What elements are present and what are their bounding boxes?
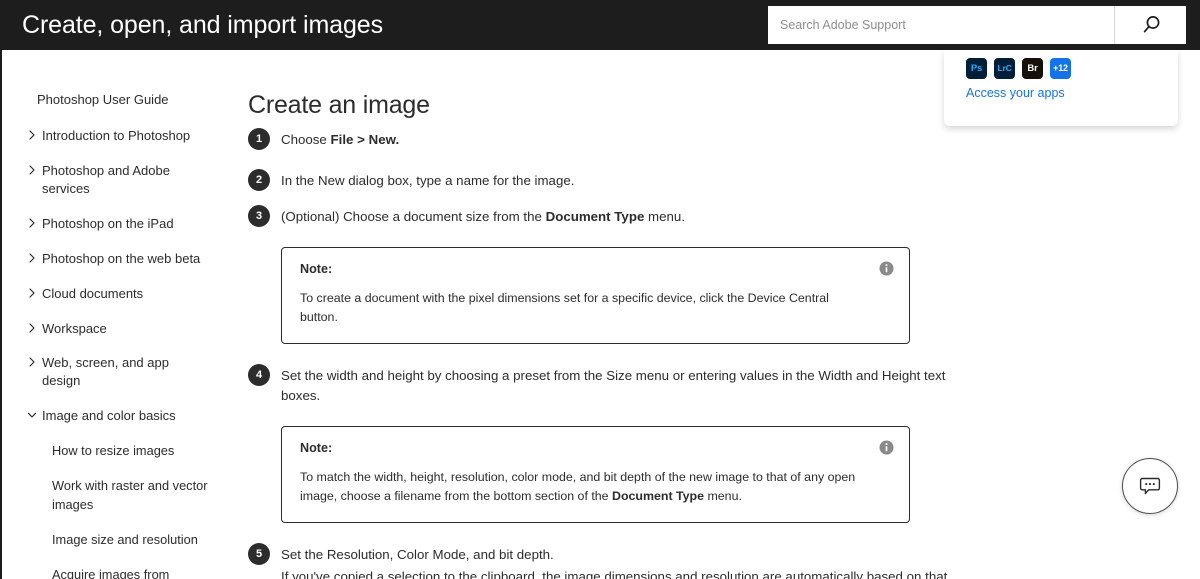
sidebar-item-photoshop-on-the-ipad[interactable]: Photoshop on the iPad [2, 215, 222, 233]
note-text: To create a document with the pixel dime… [300, 289, 869, 327]
sidebar-item-label: Image and color basics [42, 408, 176, 424]
chevron-right-icon [27, 253, 37, 263]
page-root: Create, open, and import images Ps LrC B… [0, 0, 1200, 579]
step-item: 3 (Optional) Choose a document size from… [248, 205, 948, 227]
sidebar-item-label: Photoshop on the iPad [42, 215, 174, 231]
chevron-right-icon [27, 165, 37, 175]
info-icon[interactable] [879, 261, 894, 276]
info-icon[interactable] [879, 440, 894, 455]
chevron-right-icon [27, 322, 37, 333]
step-text: Set the width and height by choosing a p… [281, 364, 948, 405]
step-text-part: In the New dialog box, type a name for t… [281, 173, 575, 188]
sidebar-item-label: Cloud documents [42, 285, 144, 301]
step-number-badge: 2 [248, 169, 270, 191]
app-badge-lightroom-classic[interactable]: LrC [994, 58, 1015, 79]
sidebar-subitem-how-to-resize-images[interactable]: How to resize images [2, 442, 222, 460]
step-text: In the New dialog box, type a name for t… [281, 169, 948, 191]
sidebar-item-introduction-to-photoshop[interactable]: Introduction to Photoshop [2, 127, 222, 145]
step-text-part-bold: File > New. [330, 132, 400, 147]
note-text-part: To create a document with the pixel dime… [300, 291, 829, 325]
search-input[interactable] [768, 6, 1114, 44]
search-button[interactable] [1114, 6, 1186, 44]
search-container [768, 6, 1186, 44]
step-text-part: Set the width and height by choosing a p… [281, 368, 946, 403]
access-your-apps-link[interactable]: Access your apps [966, 86, 1065, 100]
note-text-part: menu. [704, 488, 742, 503]
sidebar-item-workspace[interactable]: Workspace [2, 320, 222, 338]
chevron-down-icon [27, 410, 37, 420]
sidebar-subitem-acquire-images-from-cameras-and-scanners[interactable]: Acquire images from cameras and scanners [2, 566, 222, 579]
note-text: To match the width, height, resolution, … [300, 468, 869, 506]
chevron-right-icon [27, 218, 37, 228]
step-item: 1 Choose File > New. [248, 128, 948, 150]
sidebar-item-label: Web, screen, and app design [42, 355, 169, 389]
sidebar-item-cloud-documents[interactable]: Cloud documents [2, 285, 222, 303]
step-text-continuation: If you've copied a selection to the clip… [281, 569, 948, 579]
step-item: 4 Set the width and height by choosing a… [248, 364, 948, 405]
step-item: 2 In the New dialog box, type a name for… [248, 169, 948, 191]
page-title: Create an image [248, 90, 430, 119]
top-header-bar: Create, open, and import images [0, 0, 1200, 50]
step-text-part-bold: Document Type [545, 209, 645, 224]
main-content: Create an image 1 Choose File > New. 2 I… [222, 50, 1200, 579]
note-box: Note: To match the width, height, resolu… [281, 425, 910, 523]
app-badge-photoshop[interactable]: Ps [966, 58, 987, 79]
apps-panel: Ps LrC Br +12 Access your apps [944, 50, 1178, 126]
note-box: Note: To create a document with the pixe… [281, 247, 910, 345]
steps-list: 1 Choose File > New. 2 In the New dialog… [248, 128, 948, 579]
note-text-part: To match the width, height, resolution, … [300, 469, 856, 503]
sidebar-item-photoshop-and-adobe-services[interactable]: Photoshop and Adobe services [2, 162, 222, 198]
chevron-right-icon [27, 287, 37, 298]
step-text-part: menu. [644, 209, 686, 224]
sidebar-item-web-screen-and-app-design[interactable]: Web, screen, and app design [2, 354, 222, 390]
app-badge-row: Ps LrC Br +12 [966, 58, 1071, 79]
step-item: 5 Set the Resolution, Color Mode, and bi… [248, 542, 948, 579]
chat-support-button[interactable] [1122, 458, 1178, 514]
chat-bubble-icon [1138, 474, 1162, 498]
sidebar-navigation: Photoshop User Guide Introduction to Pho… [2, 50, 222, 579]
sidebar-subitem-work-with-raster-and-vector-images[interactable]: Work with raster and vector images [2, 477, 222, 513]
step-text: Choose File > New. [281, 128, 948, 150]
page-title-header: Create, open, and import images [22, 10, 383, 39]
sidebar-item-image-and-color-basics[interactable]: Image and color basics [2, 407, 222, 425]
note-label: Note: [300, 440, 333, 455]
step-number-badge: 5 [248, 542, 270, 565]
sidebar-item-label: Photoshop and Adobe services [42, 162, 170, 196]
sidebar-root-label[interactable]: Photoshop User Guide [2, 92, 222, 109]
left-edge-strip [0, 50, 2, 579]
step-text: Set the Resolution, Color Mode, and bit … [281, 543, 948, 579]
step-text-part: Choose [281, 132, 331, 147]
chevron-right-icon [27, 130, 37, 140]
sidebar-item-label: Introduction to Photoshop [42, 127, 191, 143]
app-badge-bridge[interactable]: Br [1022, 58, 1043, 79]
sidebar-item-label: Photoshop on the web beta [42, 250, 201, 266]
step-number-badge: 3 [248, 205, 270, 227]
note-label: Note: [300, 262, 333, 276]
step-text-part: (Optional) Choose a document size from t… [281, 209, 546, 224]
note-text-part-bold: Document Type [612, 488, 705, 503]
step-text-part: Set the Resolution, Color Mode, and bit … [281, 546, 554, 562]
sidebar-item-label: Workspace [42, 320, 107, 336]
sidebar-subitem-image-size-and-resolution[interactable]: Image size and resolution [2, 531, 222, 549]
sidebar-item-photoshop-on-the-web-beta[interactable]: Photoshop on the web beta [2, 250, 222, 268]
app-badge-more-apps[interactable]: +12 [1050, 58, 1071, 79]
search-icon [1140, 14, 1162, 36]
step-number-badge: 4 [248, 364, 270, 387]
step-number-badge: 1 [248, 128, 270, 150]
step-text: (Optional) Choose a document size from t… [281, 205, 948, 227]
chevron-right-icon [27, 357, 37, 368]
